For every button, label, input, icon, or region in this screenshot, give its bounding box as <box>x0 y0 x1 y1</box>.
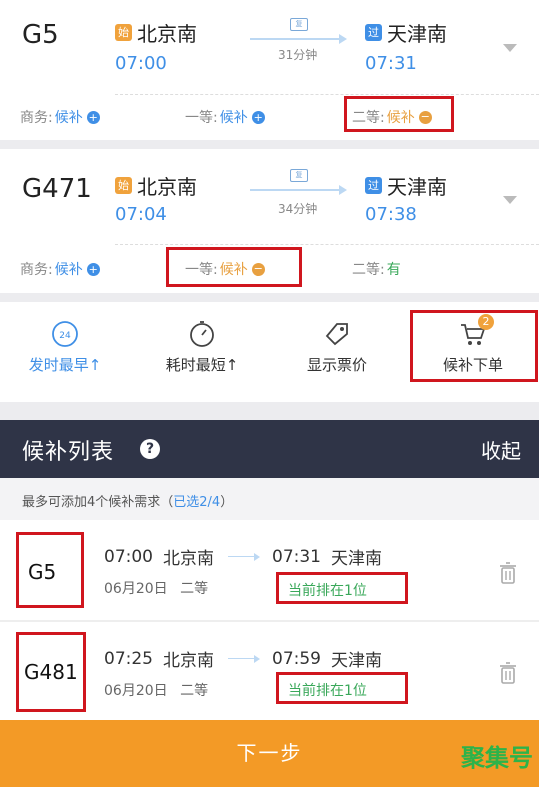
add-waitlist-icon[interactable]: + <box>86 262 100 276</box>
route-arrow-icon <box>228 553 260 560</box>
departure-station: 始 北京南 <box>115 171 197 200</box>
arrive-station: 天津南 <box>331 549 382 569</box>
arrive-time: 07:31 <box>272 546 321 567</box>
origin-badge-icon: 始 <box>115 177 132 194</box>
timer-icon <box>190 321 214 347</box>
seat-business[interactable]: 商务: 候补 + <box>20 259 100 279</box>
show-price-label: 显示票价 <box>306 356 367 374</box>
add-waitlist-icon[interactable]: + <box>251 110 265 124</box>
add-waitlist-icon[interactable]: + <box>86 110 100 124</box>
route-arrow-icon <box>228 655 260 662</box>
trash-icon[interactable] <box>499 562 517 584</box>
highlight-box <box>344 96 454 132</box>
seat-status: 候补 <box>54 262 83 278</box>
departure-station: 始 北京南 <box>115 18 197 47</box>
collapse-button[interactable]: 收起 <box>481 435 521 464</box>
arrival-station: 过 天津南 <box>365 18 447 47</box>
arrival-station-name: 天津南 <box>387 22 447 46</box>
divider <box>115 94 539 95</box>
route-arrow-icon <box>250 185 347 195</box>
sort-toolbar: 24 发时最早↑ 耗时最短↑ 显示票价 2 候补下单 <box>0 302 539 402</box>
trip-duration: 34分钟 <box>278 202 318 216</box>
hint-selected-count: 已选2/4 <box>173 495 221 510</box>
highlight-box <box>410 310 538 382</box>
seat-status: 候补 <box>54 110 83 126</box>
waitlist-route: 07:00 北京南 07:31 天津南 <box>104 544 382 570</box>
chevron-down-icon[interactable] <box>503 196 517 204</box>
waitlist-route: 07:25 北京南 07:59 天津南 <box>104 646 382 672</box>
sort-duration-label: 耗时最短↑ <box>165 356 239 374</box>
departure-station-name: 北京南 <box>137 22 197 46</box>
train-number: G471 <box>22 174 92 204</box>
seat-second-class[interactable]: 二等: 有 <box>352 259 401 279</box>
trash-icon[interactable] <box>499 662 517 684</box>
next-step-button[interactable]: 下一步 <box>0 720 539 787</box>
seat-class: 二等 <box>180 683 209 699</box>
trip-duration: 31分钟 <box>278 48 318 62</box>
seat-label: 商务: <box>20 262 53 278</box>
waitlist-item[interactable]: G5 07:00 北京南 07:31 天津南 06月20日 二等 当前排在1位 <box>0 520 539 620</box>
arrival-time: 07:38 <box>365 204 417 225</box>
travel-date: 06月20日 <box>104 581 168 597</box>
clock-24-number: 24 <box>59 331 71 341</box>
highlight-box <box>16 632 86 712</box>
clock-24-icon: 24 <box>52 321 78 347</box>
help-icon[interactable]: ? <box>140 439 160 459</box>
waitlist-item[interactable]: G481 07:25 北京南 07:59 天津南 06月20日 二等 当前排在1… <box>0 622 539 720</box>
waitlist-hint: 最多可添加4个候补需求（已选2/4） <box>0 478 539 520</box>
show-price-button[interactable]: 显示票价 <box>272 320 402 375</box>
seat-business[interactable]: 商务: 候补 + <box>20 107 100 127</box>
train-waitlist-screen: G5 始 北京南 07:00 复 31分钟 过 天津南 07:31 商务: 候补… <box>0 0 539 787</box>
price-tag-icon <box>325 323 348 346</box>
departure-time: 07:00 <box>115 53 167 74</box>
chevron-down-icon[interactable] <box>503 44 517 52</box>
waitlist-detail: 06月20日 二等 <box>104 578 208 598</box>
route-arrow-icon <box>250 34 347 44</box>
hint-suffix: ） <box>220 495 234 510</box>
watermark-logo: 聚集号 <box>461 744 533 772</box>
sort-duration-shortest-button[interactable]: 耗时最短↑ <box>137 320 267 375</box>
arrival-station-name: 天津南 <box>387 175 447 199</box>
waitlist-title: 候补列表 <box>22 440 115 465</box>
arrival-station: 过 天津南 <box>365 171 447 200</box>
waitlist-header: 候补列表 ? 收起 <box>0 420 539 478</box>
depart-station: 北京南 <box>163 549 214 569</box>
sort-depart-label: 发时最早↑ <box>28 356 102 374</box>
divider <box>115 244 539 245</box>
passing-badge-icon: 过 <box>365 177 382 194</box>
seat-status: 有 <box>386 262 401 278</box>
seat-label: 商务: <box>20 110 53 126</box>
train-type-icon: 复 <box>290 18 308 31</box>
sort-depart-earliest-button[interactable]: 24 发时最早↑ <box>0 320 130 375</box>
highlight-box <box>276 672 408 704</box>
departure-time: 07:04 <box>115 204 167 225</box>
passing-badge-icon: 过 <box>365 24 382 41</box>
arrival-time: 07:31 <box>365 53 417 74</box>
train-card-g5[interactable]: G5 始 北京南 07:00 复 31分钟 过 天津南 07:31 商务: 候补… <box>0 0 539 140</box>
arrive-station: 天津南 <box>331 651 382 671</box>
arrive-time: 07:59 <box>272 648 321 669</box>
depart-time: 07:00 <box>104 546 153 567</box>
seat-label: 二等: <box>352 262 385 278</box>
origin-badge-icon: 始 <box>115 24 132 41</box>
depart-station: 北京南 <box>163 651 214 671</box>
highlight-box <box>166 247 302 287</box>
train-number: G5 <box>22 20 59 50</box>
waitlist-detail: 06月20日 二等 <box>104 680 208 700</box>
train-type-icon: 复 <box>290 169 308 182</box>
train-card-g471[interactable]: G471 始 北京南 07:04 复 34分钟 过 天津南 07:38 商务: … <box>0 149 539 293</box>
seat-label: 一等: <box>185 110 218 126</box>
seat-status: 候补 <box>219 110 248 126</box>
seat-first-class[interactable]: 一等: 候补 + <box>185 107 265 127</box>
hint-text: 最多可添加4个候补需求（ <box>22 495 174 510</box>
departure-station-name: 北京南 <box>137 175 197 199</box>
seat-class: 二等 <box>180 581 209 597</box>
highlight-box <box>16 532 84 608</box>
highlight-box <box>276 572 408 604</box>
depart-time: 07:25 <box>104 648 153 669</box>
travel-date: 06月20日 <box>104 683 168 699</box>
